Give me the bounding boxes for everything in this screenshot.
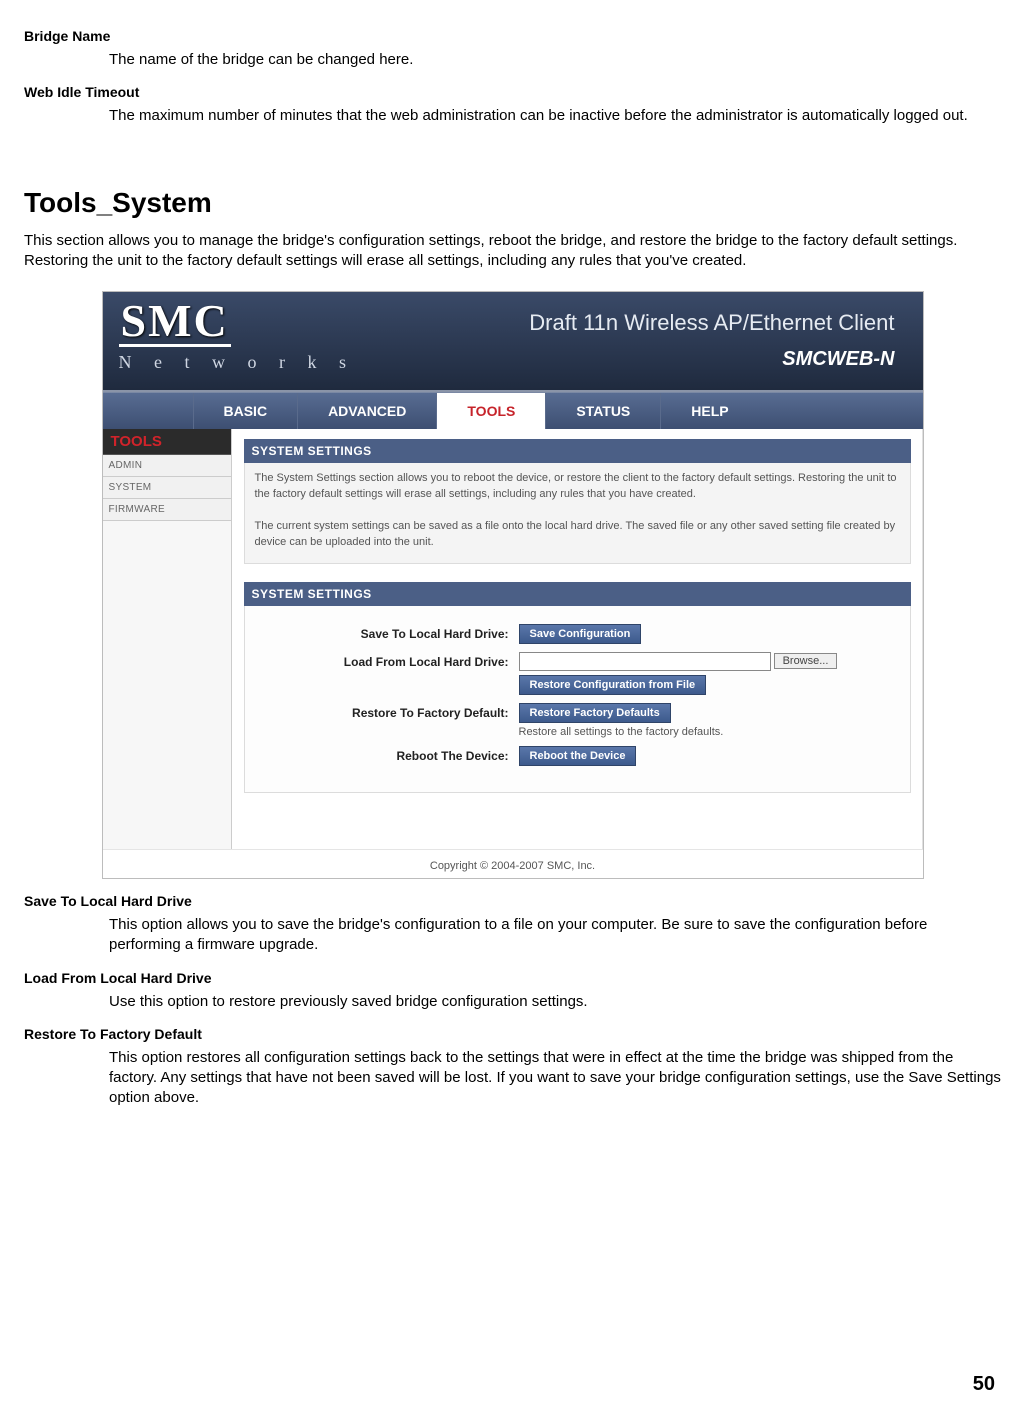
restore-defaults-button[interactable]: Restore Factory Defaults xyxy=(519,703,671,723)
content-area: SYSTEM SETTINGS The System Settings sect… xyxy=(232,429,923,849)
row-restore: Restore To Factory Default: Restore Fact… xyxy=(259,703,896,738)
tab-status[interactable]: STATUS xyxy=(545,393,660,429)
def-body-web-idle: The maximum number of minutes that the w… xyxy=(109,106,1001,126)
panel-text-p2: The current system settings can be saved… xyxy=(255,519,900,551)
label-save: Save To Local Hard Drive: xyxy=(259,624,519,641)
sidebar-item-firmware[interactable]: FIRMWARE xyxy=(103,499,231,521)
copyright-line: Copyright © 2004-2007 SMC, Inc. xyxy=(103,849,923,878)
file-path-input[interactable] xyxy=(519,652,771,671)
embedded-screenshot: SMC N e t w o r k s Draft 11n Wireless A… xyxy=(102,291,924,879)
def-term-bridge-name: Bridge Name xyxy=(24,28,1001,44)
def-body-restore-factory: This option restores all configuration s… xyxy=(109,1048,1001,1109)
panel-system-settings-body: The System Settings section allows you t… xyxy=(244,463,911,564)
label-load: Load From Local Hard Drive: xyxy=(259,652,519,669)
def-term-load-local: Load From Local Hard Drive xyxy=(24,970,1001,986)
sidebar-item-system[interactable]: SYSTEM xyxy=(103,477,231,499)
restore-from-file-button[interactable]: Restore Configuration from File xyxy=(519,675,707,695)
tab-basic[interactable]: BASIC xyxy=(193,393,298,429)
top-nav: BASIC ADVANCED TOOLS STATUS HELP xyxy=(103,392,923,429)
sidebar-title: TOOLS xyxy=(103,429,231,455)
row-reboot: Reboot The Device: Reboot the Device xyxy=(259,746,896,766)
sidebar-item-admin[interactable]: ADMIN xyxy=(103,455,231,477)
browse-button[interactable]: Browse... xyxy=(774,653,838,669)
panel-system-settings-head: SYSTEM SETTINGS xyxy=(244,439,911,463)
product-model: SMCWEB-N xyxy=(782,348,894,371)
def-body-load-local: Use this option to restore previously sa… xyxy=(109,992,1001,1012)
panel-form-head: SYSTEM SETTINGS xyxy=(244,582,911,606)
logo: SMC N e t w o r k s xyxy=(119,298,356,371)
def-term-web-idle: Web Idle Timeout xyxy=(24,84,1001,100)
tab-tools[interactable]: TOOLS xyxy=(436,393,545,429)
def-term-restore-factory: Restore To Factory Default xyxy=(24,1026,1001,1042)
save-configuration-button[interactable]: Save Configuration xyxy=(519,624,642,644)
section-intro: This section allows you to manage the br… xyxy=(24,231,1001,272)
reboot-button[interactable]: Reboot the Device xyxy=(519,746,637,766)
def-term-save-local: Save To Local Hard Drive xyxy=(24,893,1001,909)
def-body-bridge-name: The name of the bridge can be changed he… xyxy=(109,50,1001,70)
panel-form-body: Save To Local Hard Drive: Save Configura… xyxy=(244,606,911,793)
page-number: 50 xyxy=(973,1373,995,1396)
logo-text-bottom: N e t w o r k s xyxy=(119,353,356,371)
def-body-save-local: This option allows you to save the bridg… xyxy=(109,915,1001,956)
product-tagline: Draft 11n Wireless AP/Ethernet Client xyxy=(529,310,894,336)
header-bar: SMC N e t w o r k s Draft 11n Wireless A… xyxy=(103,292,923,392)
label-restore: Restore To Factory Default: xyxy=(259,703,519,720)
row-load: Load From Local Hard Drive: Browse... Re… xyxy=(259,652,896,695)
logo-text-top: SMC xyxy=(119,298,231,347)
section-title: Tools_System xyxy=(24,187,1001,219)
tab-help[interactable]: HELP xyxy=(660,393,758,429)
panel-text-p1: The System Settings section allows you t… xyxy=(255,471,900,503)
restore-hint: Restore all settings to the factory defa… xyxy=(519,726,896,738)
label-reboot: Reboot The Device: xyxy=(259,746,519,763)
tab-advanced[interactable]: ADVANCED xyxy=(297,393,436,429)
sidebar: TOOLS ADMIN SYSTEM FIRMWARE xyxy=(103,429,232,849)
row-save: Save To Local Hard Drive: Save Configura… xyxy=(259,624,896,644)
